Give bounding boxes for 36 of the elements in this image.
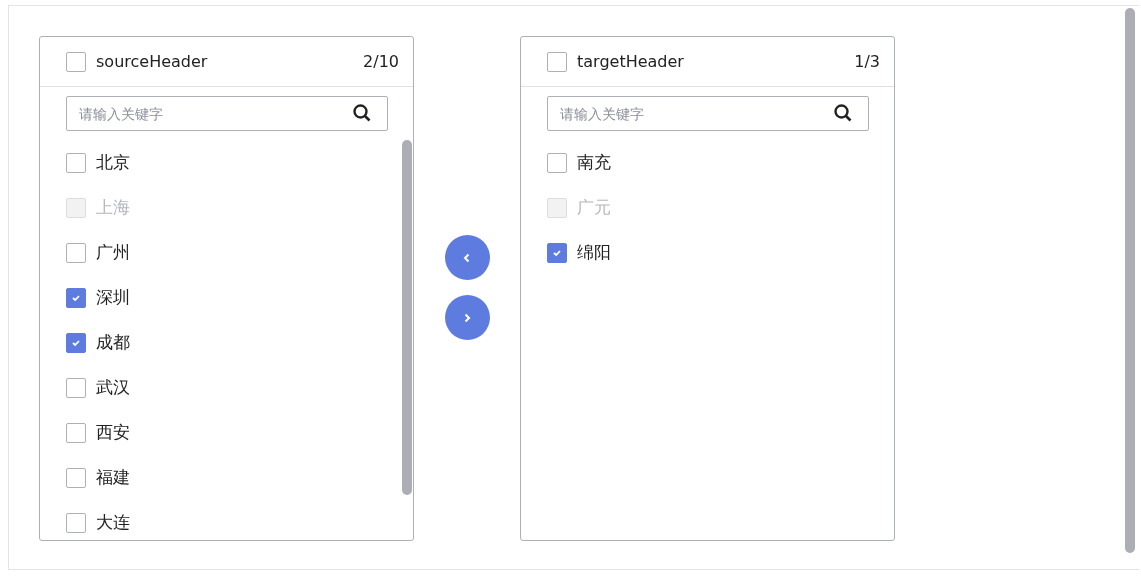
search-icon [352,103,372,123]
item-label: 西安 [96,421,130,444]
select-all-checkbox[interactable] [547,51,567,72]
list-scrollbar[interactable] [402,140,412,495]
item-label: 北京 [96,151,130,174]
selection-count: 2/10 [363,52,399,71]
item-checkbox[interactable] [66,332,86,353]
item-label: 绵阳 [577,241,611,264]
search-field[interactable]: 请输入关键字 [547,96,869,131]
item-checkbox[interactable] [547,152,567,173]
select-all-checkbox[interactable] [66,51,86,72]
item-label: 广州 [96,241,130,264]
panel-title: sourceHeader [96,52,209,71]
item-label: 广元 [577,196,611,219]
item-checkbox[interactable] [66,422,86,443]
selection-count: 1/3 [854,52,880,71]
search-icon [833,103,853,123]
page-scrollbar[interactable] [1125,8,1135,553]
item-label: 深圳 [96,286,130,309]
search-field[interactable]: 请输入关键字 [66,96,388,131]
item-label: 福建 [96,466,130,489]
item-label: 武汉 [96,376,130,399]
item-checkbox[interactable] [66,467,86,488]
item-label: 南充 [577,151,611,174]
panel-title: targetHeader [577,52,685,71]
item-checkbox[interactable] [66,242,86,263]
item-label: 大连 [96,511,130,534]
move-left-button[interactable] [444,235,490,280]
item-checkbox[interactable] [66,377,86,398]
item-checkbox[interactable] [547,242,567,263]
move-right-button[interactable] [444,295,490,340]
item-label: 成都 [96,331,130,354]
item-checkbox[interactable] [66,152,86,173]
item-checkbox[interactable] [66,287,86,308]
item-checkbox[interactable] [66,512,86,533]
item-label: 上海 [96,196,130,219]
